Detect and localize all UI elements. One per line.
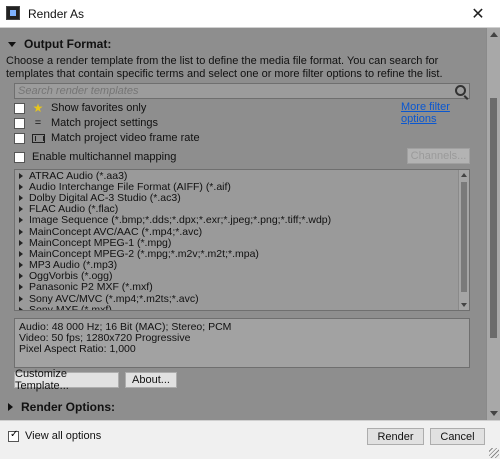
- resize-grip-icon[interactable]: [489, 448, 499, 458]
- scroll-down-icon[interactable]: [461, 303, 467, 307]
- list-item[interactable]: Sony AVC/MVC (*.mp4;*.m2ts;*.avc): [15, 292, 469, 305]
- multichannel-mapping-option[interactable]: Enable multichannel mapping: [14, 150, 176, 164]
- match-frame-rate-option[interactable]: Match project video frame rate: [14, 131, 200, 145]
- cancel-button[interactable]: Cancel: [430, 428, 485, 445]
- match-project-settings-checkbox[interactable]: [14, 117, 25, 129]
- view-all-options[interactable]: View all options: [8, 429, 102, 442]
- customize-template-button[interactable]: Customize Template...: [14, 368, 119, 392]
- render-button[interactable]: Render: [367, 428, 424, 445]
- dialog-content: Output Format: Choose a render template …: [0, 28, 486, 420]
- scroll-up-icon[interactable]: [490, 32, 498, 37]
- list-item-label: Sony AVC/MVC (*.mp4;*.m2ts;*.avc): [29, 292, 199, 305]
- list-item-label: OggVorbis (*.ogg): [29, 270, 113, 283]
- list-item[interactable]: Image Sequence (*.bmp;*.dds;*.dpx;*.exr;…: [15, 214, 469, 227]
- channels-button[interactable]: Channels...: [407, 148, 470, 164]
- list-item-label: ATRAC Audio (*.aa3): [29, 169, 128, 182]
- list-item[interactable]: Audio Interchange File Format (AIFF) (*.…: [15, 180, 469, 193]
- output-format-description: Choose a render template from the list t…: [6, 55, 443, 80]
- list-item[interactable]: MainConcept AVC/AAC (*.mp4;*.avc): [15, 225, 469, 238]
- show-favorites-checkbox[interactable]: [14, 102, 25, 114]
- match-frame-rate-label: Match project video frame rate: [51, 132, 200, 144]
- expand-arrow-icon[interactable]: [19, 206, 23, 213]
- show-favorites-option[interactable]: ★ Show favorites only: [14, 101, 146, 115]
- info-pixel-aspect: Pixel Aspect Ratio: 1,000: [19, 343, 136, 355]
- dialog-footer: View all options Render Cancel: [0, 420, 500, 459]
- list-item[interactable]: Panasonic P2 MXF (*.mxf): [15, 281, 469, 294]
- search-input[interactable]: [15, 84, 445, 98]
- template-list[interactable]: ATRAC Audio (*.aa3) Audio Interchange Fil…: [14, 169, 470, 311]
- list-item-label: FLAC Audio (*.flac): [29, 203, 119, 216]
- template-list-items: ATRAC Audio (*.aa3) Audio Interchange Fil…: [15, 169, 469, 311]
- list-item[interactable]: ATRAC Audio (*.aa3): [15, 169, 469, 182]
- list-item-label: MainConcept MPEG-2 (*.mpg;*.m2v;*.m2t;*.…: [29, 247, 259, 260]
- match-project-settings-label: Match project settings: [51, 117, 158, 129]
- collapse-arrow-icon: [8, 41, 16, 47]
- equals-icon: =: [34, 117, 42, 129]
- search-icon[interactable]: [455, 85, 466, 96]
- output-format-label: Output Format:: [24, 37, 112, 51]
- expand-arrow-icon[interactable]: [19, 194, 23, 201]
- list-item[interactable]: MainConcept MPEG-1 (*.mpg): [15, 236, 469, 249]
- multichannel-mapping-label: Enable multichannel mapping: [32, 151, 177, 163]
- expand-arrow-icon: [8, 403, 13, 411]
- window-title: Render As: [28, 7, 85, 21]
- scroll-thumb[interactable]: [461, 182, 467, 292]
- star-icon: ★: [32, 101, 44, 115]
- list-item[interactable]: Dolby Digital AC-3 Studio (*.ac3): [15, 191, 469, 204]
- view-all-options-checkbox[interactable]: [8, 429, 19, 442]
- list-item[interactable]: Sony MXF (*.mxf): [15, 303, 469, 311]
- render-options-header[interactable]: Render Options:: [8, 400, 115, 414]
- expand-arrow-icon[interactable]: [19, 239, 23, 246]
- list-item-label: Image Sequence (*.bmp;*.dds;*.dpx;*.exr;…: [29, 214, 332, 227]
- list-item[interactable]: OggVorbis (*.ogg): [15, 270, 469, 283]
- show-favorites-label: Show favorites only: [51, 102, 147, 114]
- view-all-options-label: View all options: [25, 430, 102, 442]
- close-button[interactable]: ✕: [456, 0, 500, 28]
- list-item-label: MainConcept MPEG-1 (*.mpg): [29, 236, 172, 249]
- render-options-label: Render Options:: [21, 400, 116, 414]
- about-button[interactable]: About...: [125, 372, 177, 388]
- search-box[interactable]: [14, 83, 470, 99]
- dialog-scrollbar[interactable]: [486, 28, 500, 420]
- expand-arrow-icon[interactable]: [19, 306, 23, 310]
- list-item[interactable]: FLAC Audio (*.flac): [15, 203, 469, 216]
- title-bar: Render As ✕: [0, 0, 500, 28]
- expand-arrow-icon[interactable]: [19, 262, 23, 269]
- expand-arrow-icon[interactable]: [19, 183, 23, 190]
- template-info-panel: Audio: 48 000 Hz; 16 Bit (MAC); Stereo; …: [14, 318, 470, 368]
- more-filter-options-link[interactable]: More filter options: [401, 101, 486, 125]
- output-format-header[interactable]: Output Format:: [8, 37, 111, 51]
- expand-arrow-icon[interactable]: [19, 228, 23, 235]
- expand-arrow-icon[interactable]: [19, 250, 23, 257]
- app-icon: [6, 6, 20, 20]
- scroll-down-icon[interactable]: [490, 411, 498, 416]
- match-project-settings-option[interactable]: = Match project settings: [14, 116, 158, 130]
- list-item-label: MainConcept AVC/AAC (*.mp4;*.avc): [29, 225, 203, 238]
- expand-arrow-icon[interactable]: [19, 273, 23, 280]
- match-frame-rate-checkbox[interactable]: [14, 132, 25, 144]
- list-item-label: MP3 Audio (*.mp3): [29, 259, 118, 272]
- list-item-label: Panasonic P2 MXF (*.mxf): [29, 281, 153, 294]
- list-item-label: Dolby Digital AC-3 Studio (*.ac3): [29, 191, 181, 204]
- list-item[interactable]: MP3 Audio (*.mp3): [15, 259, 469, 272]
- multichannel-mapping-checkbox[interactable]: [14, 151, 25, 163]
- expand-arrow-icon[interactable]: [19, 172, 23, 179]
- template-list-scrollbar[interactable]: [458, 170, 469, 310]
- list-item[interactable]: MainConcept MPEG-2 (*.mpg;*.m2v;*.m2t;*.…: [15, 247, 469, 260]
- expand-arrow-icon[interactable]: [19, 295, 23, 302]
- expand-arrow-icon[interactable]: [19, 217, 23, 224]
- film-icon: [32, 133, 45, 143]
- list-item-label: Audio Interchange File Format (AIFF) (*.…: [29, 180, 231, 193]
- list-item-label: Sony MXF (*.mxf): [29, 303, 112, 311]
- scroll-up-icon[interactable]: [461, 173, 467, 177]
- expand-arrow-icon[interactable]: [19, 284, 23, 291]
- scroll-thumb[interactable]: [490, 98, 497, 338]
